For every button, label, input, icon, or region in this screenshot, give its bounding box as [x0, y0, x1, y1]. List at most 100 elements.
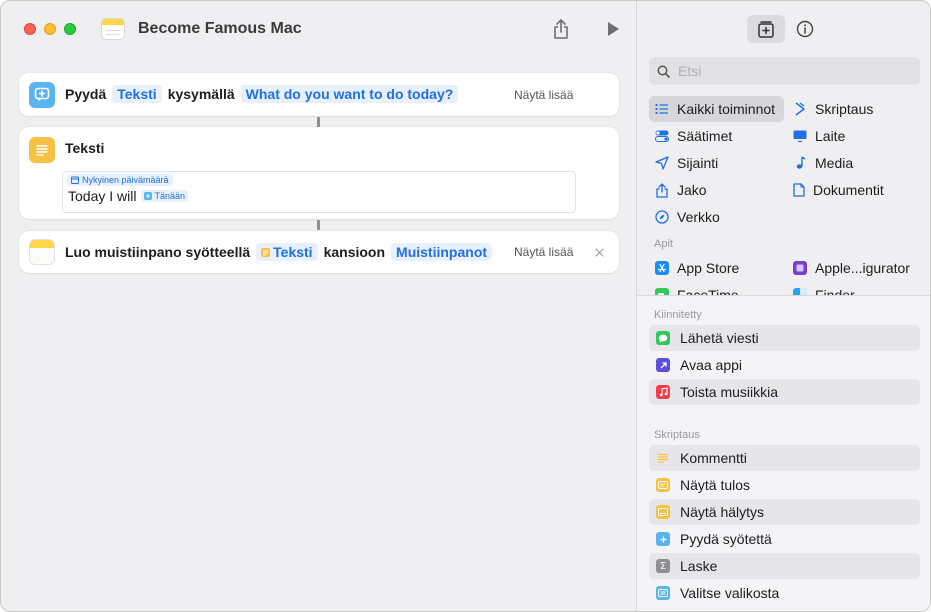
current-date-label: Nykyinen päivämäärä: [82, 175, 169, 185]
minimize-window-button[interactable]: [44, 23, 56, 35]
category-location[interactable]: Sijainti: [649, 150, 718, 176]
search-field[interactable]: [649, 57, 920, 85]
scripting-section-label: Skriptaus: [654, 429, 700, 441]
app-item-app-store[interactable]: App Store: [649, 255, 739, 281]
app-item-facetime[interactable]: FaceTime: [649, 282, 739, 295]
action-label: Lähetä viesti: [680, 330, 759, 346]
ask-input-icon: [656, 532, 670, 546]
window-title: Become Famous Mac: [138, 20, 302, 37]
app-item-apple-configurator[interactable]: Apple...igurator: [787, 255, 910, 281]
alert-icon: [656, 505, 670, 519]
suggestions-panel: Kiinnitetty Lähetä viesti Avaa appi Tois…: [637, 296, 930, 611]
remove-action-button[interactable]: [594, 245, 605, 263]
category-label: Skriptaus: [815, 101, 874, 117]
action-verb: Luo muistiinpano syötteellä: [65, 244, 251, 260]
category-label: Jako: [677, 182, 707, 198]
app-store-icon: [655, 261, 669, 275]
text-variable-icon: [261, 247, 271, 257]
category-documents[interactable]: Dokumentit: [787, 177, 884, 203]
app-item-finder[interactable]: Finder: [787, 282, 855, 295]
action-label: Valitse valikosta: [680, 585, 780, 601]
category-sharing[interactable]: Jako: [649, 177, 707, 203]
show-more-button[interactable]: Näytä lisää: [514, 245, 573, 259]
list-icon: [655, 103, 668, 115]
run-button[interactable]: [601, 17, 625, 41]
category-label: Kaikki toiminnot: [677, 101, 776, 117]
search-input[interactable]: [678, 63, 898, 79]
apps-overflow-row: FaceTime Finder: [637, 282, 930, 295]
text-content: Today I will Tänään: [68, 188, 188, 204]
pinned-play-music[interactable]: Toista musiikkia: [649, 379, 920, 405]
text-input-field[interactable]: Nykyinen päivämäärä Today I will Tänään: [62, 171, 576, 213]
sidebar-toolbar: [637, 1, 930, 57]
text-action-title: Teksti: [65, 140, 105, 156]
folder-token[interactable]: Muistiinpanot: [391, 243, 493, 261]
create-note-row: Luo muistiinpano syötteellä Teksti kansi…: [65, 243, 493, 261]
category-label: Media: [815, 155, 854, 171]
search-icon: [657, 65, 670, 78]
open-app-icon: [656, 358, 670, 372]
messages-icon: [656, 331, 670, 345]
text-variable-token[interactable]: Teksti: [256, 243, 318, 261]
scripting-comment[interactable]: Kommentti: [649, 445, 920, 471]
category-web[interactable]: Verkko: [649, 204, 720, 230]
share-button[interactable]: [549, 17, 573, 41]
action-label: Näytä tulos: [680, 477, 751, 493]
action-label: Pyydä syötettä: [680, 531, 772, 547]
category-label: Sijainti: [677, 155, 719, 171]
calendar-icon: [71, 176, 79, 184]
show-more-button[interactable]: Näytä lisää: [514, 88, 573, 102]
action-connector-line: [317, 117, 320, 127]
create-note-action[interactable]: Luo muistiinpano syötteellä Teksti kansi…: [19, 231, 619, 273]
text-value: Today I will: [68, 188, 137, 204]
today-chip[interactable]: Tänään: [141, 190, 188, 202]
ask-input-small-icon: [144, 192, 153, 200]
finder-icon: [793, 288, 807, 295]
ask-for-input-action[interactable]: Pyydä Teksti kysymällä What do you want …: [19, 73, 619, 116]
zoom-window-button[interactable]: [64, 23, 76, 35]
app-label: FaceTime: [677, 287, 739, 295]
category-label: Laite: [815, 128, 846, 144]
sigma-icon: Σ: [656, 559, 670, 573]
action-library-button[interactable]: [747, 15, 785, 43]
action-label: Näytä hälytys: [680, 504, 765, 520]
category-device[interactable]: Laite: [787, 123, 845, 149]
close-window-button[interactable]: [24, 23, 36, 35]
current-date-chip[interactable]: Nykyinen päivämäärä: [67, 174, 173, 186]
details-button[interactable]: [793, 17, 817, 41]
input-type-token[interactable]: Teksti: [112, 85, 162, 103]
app-label: App Store: [677, 260, 740, 276]
prompt-token[interactable]: What do you want to do today?: [240, 85, 459, 103]
category-all-actions[interactable]: Kaikki toiminnot: [649, 96, 784, 122]
app-label: Apple...igurator: [815, 260, 910, 276]
category-label: Verkko: [677, 209, 720, 225]
scripting-ask-for-input[interactable]: Pyydä syötettä: [649, 526, 920, 552]
pinned-section-label: Kiinnitetty: [654, 309, 702, 321]
ask-input-row: Pyydä Teksti kysymällä What do you want …: [65, 85, 459, 103]
pinned-open-app[interactable]: Avaa appi: [649, 352, 920, 378]
show-result-icon: [656, 478, 670, 492]
scripting-show-alert[interactable]: Näytä hälytys: [649, 499, 920, 525]
apps-section-label: Apit: [654, 238, 673, 250]
today-chip-label: Tänään: [154, 191, 185, 201]
share-icon: [656, 182, 668, 198]
scripting-calculate[interactable]: Σ Laske: [649, 553, 920, 579]
category-scripting[interactable]: Skriptaus: [787, 96, 873, 122]
share-icon: [554, 19, 568, 39]
ask-input-icon: [29, 82, 55, 108]
pinned-send-message[interactable]: Lähetä viesti: [649, 325, 920, 351]
text-action[interactable]: Teksti Nykyinen päivämäärä Today I will …: [19, 127, 619, 219]
scripting-show-result[interactable]: Näytä tulos: [649, 472, 920, 498]
app-label: Finder: [815, 287, 855, 295]
action-connector: kansioon: [323, 244, 386, 260]
shortcuts-window: Become Famous Mac Pyydä Teksti kysymällä…: [0, 0, 931, 612]
action-connector-line: [317, 220, 320, 230]
action-label: Laske: [680, 558, 718, 574]
action-verb: Pyydä: [65, 86, 107, 102]
toggles-icon: [655, 130, 669, 142]
category-controls[interactable]: Säätimet: [649, 123, 732, 149]
compass-icon: [655, 210, 669, 224]
scripting-choose-from-menu[interactable]: Valitse valikosta: [649, 580, 920, 606]
document-icon: [793, 183, 805, 197]
category-media[interactable]: Media: [787, 150, 853, 176]
